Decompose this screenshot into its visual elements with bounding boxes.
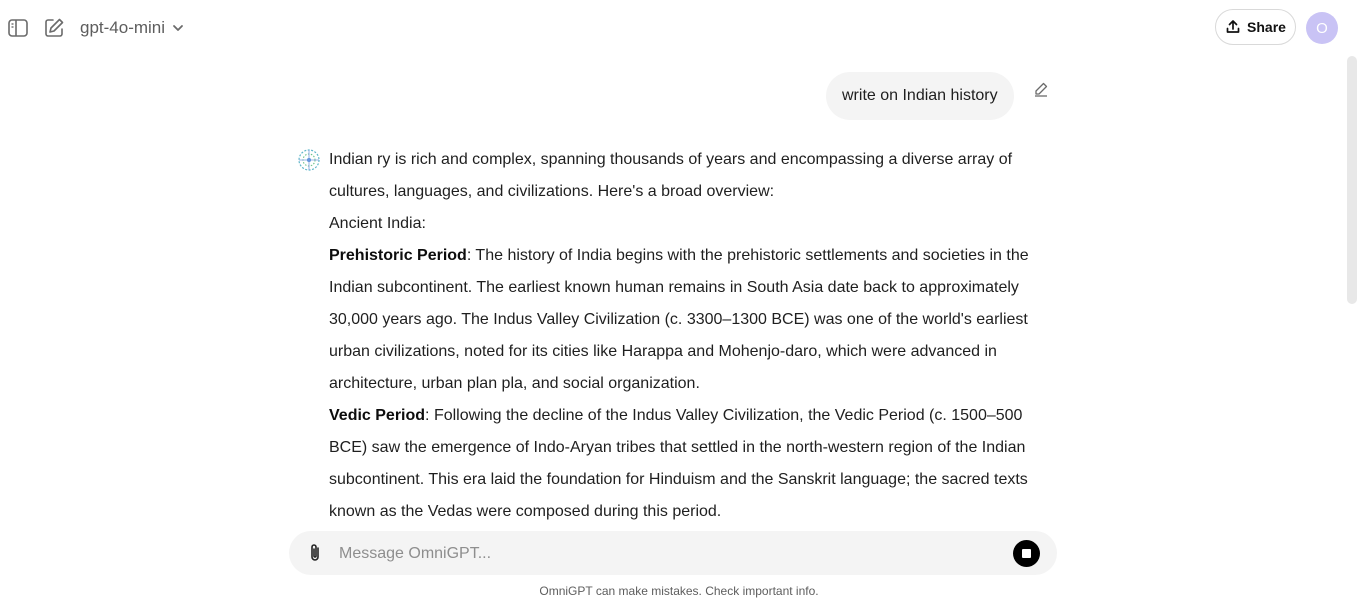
omnigpt-logo-icon: [298, 149, 320, 171]
assistant-paragraph: Indian ry is rich and complex, spanning …: [329, 151, 1013, 200]
sidebar-toggle-icon: [8, 19, 28, 37]
disclaimer-text: OmniGPT can make mistakes. Check importa…: [539, 584, 819, 598]
assistant-paragraph: Vedic Period: Following the decline of t…: [329, 400, 1053, 528]
new-chat-button[interactable]: [40, 14, 68, 42]
message-composer: [289, 531, 1057, 575]
top-bar: gpt-4o-mini Share O: [0, 0, 1358, 56]
paragraph-body: : Following the decline of the Indus Val…: [329, 407, 1028, 520]
message-input[interactable]: [337, 537, 1001, 571]
avatar-initial: O: [1316, 19, 1328, 37]
pencil-icon: [1035, 82, 1048, 97]
user-message-text: write on Indian history: [842, 87, 998, 104]
user-message-bubble: write on Indian history: [826, 72, 1014, 120]
stop-button[interactable]: [1013, 540, 1040, 567]
chat-app: gpt-4o-mini Share O write on Indian hist…: [0, 0, 1358, 607]
share-label: Share: [1247, 19, 1286, 35]
stop-icon: [1022, 549, 1031, 558]
bold-heading: Prehistoric Period: [329, 247, 467, 264]
sidebar-toggle-button[interactable]: [4, 14, 32, 42]
paperclip-icon: [311, 544, 319, 561]
attach-button[interactable]: [301, 539, 329, 567]
scrollbar-thumb[interactable]: [1347, 56, 1357, 304]
chevron-down-icon: [173, 25, 183, 31]
assistant-message: Indian ry is rich and complex, spanning …: [329, 144, 1053, 528]
upload-icon: [1226, 20, 1240, 33]
assistant-paragraph: Prehistoric Period: The history of India…: [329, 240, 1053, 400]
user-avatar[interactable]: O: [1306, 12, 1338, 44]
section-title: Ancient India:: [329, 215, 426, 232]
edit-message-button[interactable]: [1028, 76, 1054, 102]
model-name: gpt-4o-mini: [80, 18, 166, 37]
share-button[interactable]: Share: [1215, 9, 1296, 45]
bold-heading: Vedic Period: [329, 407, 426, 424]
assistant-avatar: [297, 148, 321, 172]
paragraph-body: : The history of India begins with the p…: [329, 247, 1029, 392]
edit-square-icon: [45, 18, 64, 37]
model-selector[interactable]: gpt-4o-mini: [80, 16, 185, 40]
